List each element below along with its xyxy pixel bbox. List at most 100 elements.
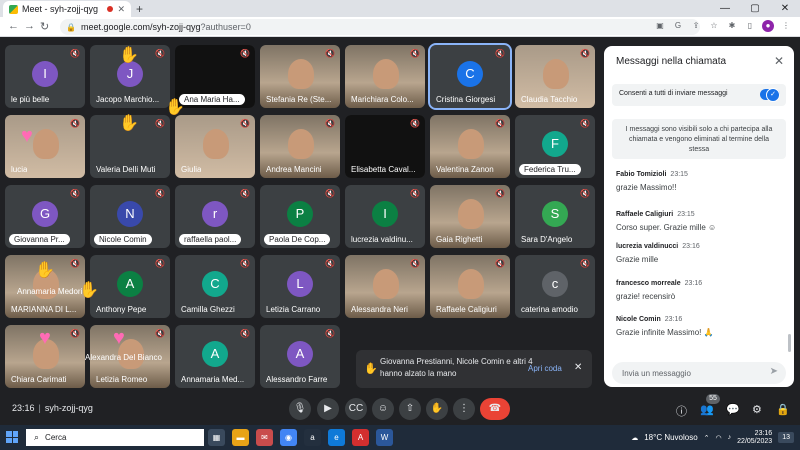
new-tab-button[interactable]: + <box>136 2 143 16</box>
mic-muted-icon: 🔇 <box>155 189 165 198</box>
participant-tile[interactable]: 🔇 lucia <box>5 115 85 178</box>
participant-tile[interactable]: A 🔇 Anthony Pepe <box>90 255 170 318</box>
participant-tile[interactable]: 🔇 Andrea Mancini <box>260 115 340 178</box>
participant-tile[interactable]: F 🔇 Federica Tru... <box>515 115 595 178</box>
participant-tile[interactable]: 🔇 Giulia <box>175 115 255 178</box>
camera-icon[interactable]: ▶ <box>317 398 339 420</box>
mail-icon[interactable]: ✉ <box>256 429 273 446</box>
meeting-info-icon[interactable]: ⓘ <box>676 403 687 419</box>
leave-call-icon[interactable]: ☎ <box>480 398 510 420</box>
share-icon[interactable]: ⇪ <box>690 20 702 32</box>
camera-permission-icon[interactable]: ▣ <box>654 20 666 32</box>
host-controls-icon[interactable]: 🔒 <box>776 403 790 416</box>
participant-face <box>288 129 314 159</box>
url-bar[interactable]: 🔒 meet.google.com/syh-zojj-qyg?authuser=… <box>60 19 700 35</box>
participant-avatar: I <box>32 61 58 87</box>
taskbar-search[interactable]: ⌕ Cerca <box>26 429 204 446</box>
profile-avatar-icon[interactable]: ● <box>762 20 774 32</box>
chat-message-input[interactable]: Invia un messaggio <box>612 362 786 384</box>
participant-tile[interactable]: 🔇 Raffaele Caligiuri <box>430 255 510 318</box>
screen: Meet - syh-zojj-qyg ✕ + — ▢ ✕ ← → ↻ 🔒 me… <box>0 0 800 450</box>
word-icon[interactable]: W <box>376 429 393 446</box>
extensions-icon[interactable]: ✱ <box>726 20 738 32</box>
participant-tile[interactable]: 🔇 Claudia Tacchio <box>515 45 595 108</box>
chrome-menu-icon[interactable]: ⋮ <box>780 20 792 32</box>
participant-tile[interactable]: 🔇 Valentina Zanon <box>430 115 510 178</box>
bookmark-star-icon[interactable]: ☆ <box>708 20 720 32</box>
message-text: Corso super. Grazie mille ☺ <box>616 223 717 232</box>
participant-name: Nicole Comin <box>94 234 152 245</box>
participant-tile[interactable]: S 🔇 Sara D'Angelo <box>515 185 595 248</box>
participant-face <box>458 129 484 159</box>
participant-tile[interactable]: C 🔇 Camilla Ghezzi <box>175 255 255 318</box>
raised-hand-reaction-icon: ✋ <box>35 262 55 279</box>
raised-hand-reaction-icon: ✋ <box>119 47 139 64</box>
participant-tile[interactable]: G 🔇 Giovanna Pr... <box>5 185 85 248</box>
participant-face <box>543 59 569 89</box>
tab-close-icon[interactable]: ✕ <box>117 4 125 15</box>
emoji-reaction-icon[interactable]: ☺ <box>372 398 394 420</box>
participant-tile[interactable]: C 🔇 Cristina Giorgesi <box>428 43 512 110</box>
chat-scrollbar[interactable] <box>788 334 791 352</box>
browser-tab[interactable]: Meet - syh-zojj-qyg ✕ <box>3 1 131 17</box>
message-author: Nicole Comin 23:16 <box>616 316 781 323</box>
participant-tile[interactable]: r 🔇 raffaella paol... <box>175 185 255 248</box>
participant-tile[interactable]: 🔇 Elisabetta Caval... <box>345 115 425 178</box>
participant-tile[interactable]: 🔇 Ana Maria Ha... <box>175 45 255 108</box>
participant-tile[interactable]: 🔇 Gaia Righetti <box>430 185 510 248</box>
captions-icon[interactable]: CC <box>345 398 367 420</box>
participant-avatar: F <box>542 131 568 157</box>
people-icon[interactable]: 👥 <box>700 403 714 416</box>
mic-icon[interactable]: 🎙 <box>289 398 311 420</box>
raise-hand-icon[interactable]: ✋ <box>426 398 448 420</box>
file-explorer-icon[interactable]: ▬ <box>232 429 249 446</box>
allow-messages-toggle[interactable] <box>760 88 780 102</box>
open-queue-button[interactable]: Apri coda <box>528 364 562 373</box>
mic-muted-icon: 🔇 <box>70 189 80 198</box>
taskbar-clock[interactable]: 23:16 22/05/2023 <box>737 430 772 446</box>
participant-tile[interactable]: N 🔇 Nicole Comin <box>90 185 170 248</box>
tray-up-icon[interactable]: ⌃ <box>704 434 710 442</box>
window-close-button[interactable]: ✕ <box>770 0 800 17</box>
notification-center-badge[interactable]: 13 <box>778 432 794 443</box>
participant-tile[interactable]: P 🔇 Paola De Cop... <box>260 185 340 248</box>
present-screen-icon[interactable]: ⇧ <box>399 398 421 420</box>
network-icon[interactable]: ◠ <box>716 434 722 442</box>
forward-arrow-icon[interactable]: → <box>24 20 35 32</box>
acrobat-icon[interactable]: A <box>352 429 369 446</box>
maximize-button[interactable]: ▢ <box>740 0 770 17</box>
task-view-icon[interactable]: ▦ <box>208 429 225 446</box>
back-arrow-icon[interactable]: ← <box>8 20 19 32</box>
activities-icon[interactable]: ⚙ <box>752 403 762 416</box>
raised-hand-reaction-icon: ✋ <box>119 115 139 132</box>
participant-tile[interactable]: L 🔇 Letizia Carrano <box>260 255 340 318</box>
reload-icon[interactable]: ↻ <box>40 20 49 33</box>
chrome-icon[interactable]: ◉ <box>280 429 297 446</box>
google-icon[interactable]: G <box>672 20 684 32</box>
minimize-button[interactable]: — <box>710 0 740 17</box>
browser-toolbar-icons: ▣ G ⇪ ☆ ✱ ▯ ● ⋮ <box>654 20 792 32</box>
notification-close-button[interactable]: ✕ <box>574 362 582 373</box>
chat-close-button[interactable]: ✕ <box>774 54 784 68</box>
participant-tile[interactable]: I 🔇 lucrezia valdinu... <box>345 185 425 248</box>
raised-hands-notification: ✋ Giovanna Prestianni, Nicole Comin e al… <box>356 350 592 388</box>
windows-start-icon[interactable] <box>6 431 18 443</box>
participant-tile[interactable]: 🔇 Stefania Re (Ste... <box>260 45 340 108</box>
raised-hand-reaction-icon: ✋ <box>165 99 185 116</box>
message-author: Fabio Tomizioli 23:15 <box>616 171 781 178</box>
participant-tile[interactable]: c 🔇 caterina amodio <box>515 255 595 318</box>
send-icon[interactable]: ➤ <box>770 366 778 377</box>
participant-tile[interactable]: A 🔇 Alessandro Farre <box>260 325 340 388</box>
amazon-icon[interactable]: a <box>304 429 321 446</box>
volume-icon[interactable]: ♪ <box>728 434 732 441</box>
allow-messages-row: Consenti a tutti di inviare messaggi <box>612 84 786 106</box>
participant-tile[interactable]: 🔇 Alessandra Neri <box>345 255 425 318</box>
more-options-icon[interactable]: ⋮ <box>453 398 475 420</box>
weather-text[interactable]: 18°C Nuvoloso <box>644 433 697 442</box>
edge-icon[interactable]: e <box>328 429 345 446</box>
sidebar-icon[interactable]: ▯ <box>744 20 756 32</box>
chat-icon[interactable]: 💬 <box>726 403 740 416</box>
participant-tile[interactable]: A 🔇 Annamaria Med... <box>175 325 255 388</box>
participant-tile[interactable]: I 🔇 le più belle <box>5 45 85 108</box>
participant-tile[interactable]: 🔇 Marichiara Colo... <box>345 45 425 108</box>
